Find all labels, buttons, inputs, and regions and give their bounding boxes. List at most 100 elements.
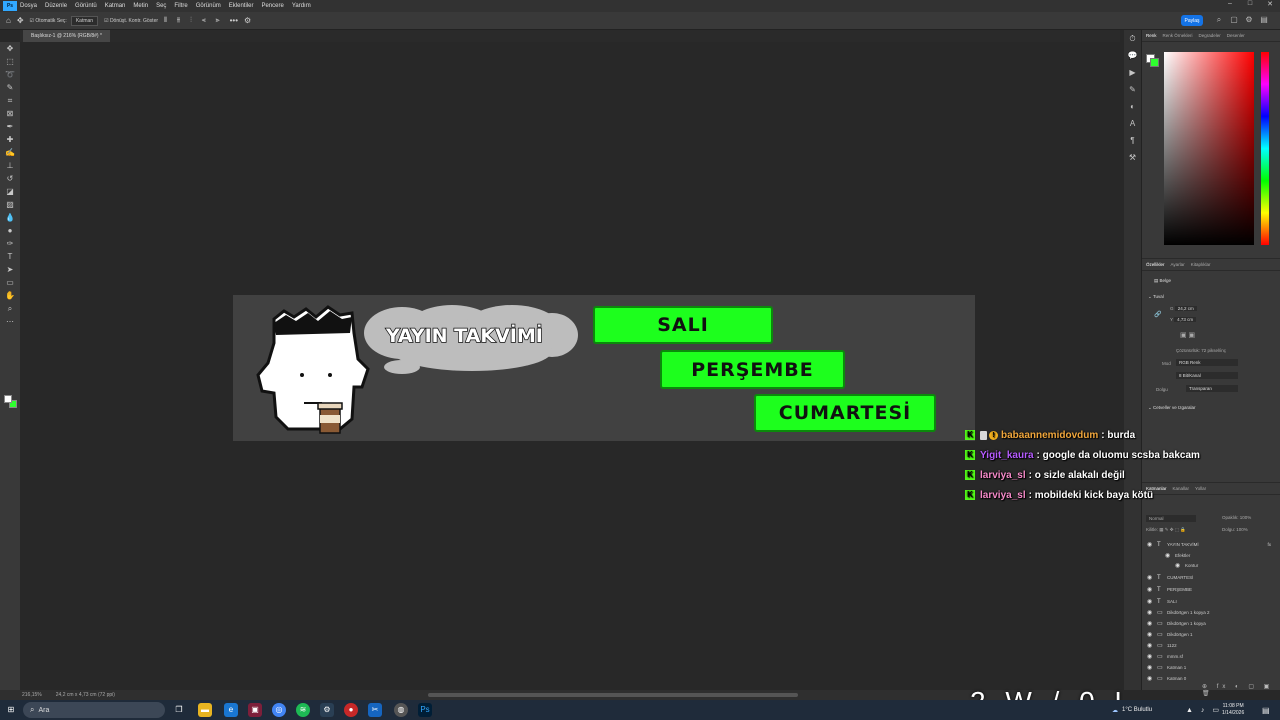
menu-layer[interactable]: Katman [105, 3, 126, 9]
canvas-section[interactable]: ⌄ Tuval [1148, 294, 1164, 300]
align-icons[interactable]: ⫴ ⫵ ⫶ ⫷ ⫸ [164, 17, 224, 25]
visibility-eye-icon[interactable]: ◉ [1147, 541, 1157, 548]
more-options-icon[interactable]: ••• [230, 16, 238, 25]
notification-icon[interactable]: ▤ [1262, 700, 1270, 720]
snipping-icon[interactable]: ✂ [368, 703, 382, 717]
marquee-icon[interactable]: ⬚ [0, 55, 20, 68]
taskbar-search[interactable]: ⌕ Ara [23, 702, 165, 718]
healing-icon[interactable]: ✚ [0, 133, 20, 146]
menu-filter[interactable]: Filtre [174, 3, 187, 9]
transform-controls-checkbox[interactable]: ☑ Dönüşt. Kontr. Göster [104, 18, 158, 24]
task-view-icon[interactable]: ❐ [172, 703, 186, 717]
visibility-eye-icon[interactable]: ◉ [1147, 675, 1157, 682]
zoom-icon[interactable]: ⌕ [0, 302, 20, 315]
panel-background-swatch[interactable] [1150, 58, 1159, 67]
layer-row[interactable]: ◉ T PERŞEMBE [1142, 584, 1280, 595]
layer-row[interactable]: ◉ T SALI [1142, 596, 1280, 607]
history-brush-icon[interactable]: ↺ [0, 172, 20, 185]
layer-row[interactable]: ◉ ▭ 1122 [1142, 640, 1280, 651]
menu-image[interactable]: Görüntü [75, 3, 97, 9]
layer-row[interactable]: ◉ ▭ mmm.sf [1142, 651, 1280, 662]
dodge-icon[interactable]: ● [0, 224, 20, 237]
adjustments-icon[interactable]: ◐ [1124, 98, 1141, 115]
visibility-eye-icon[interactable]: ◉ [1147, 574, 1157, 581]
stamp-icon[interactable]: ⊥ [0, 159, 20, 172]
rectangle-icon[interactable]: ▭ [0, 276, 20, 289]
move-tool-icon[interactable]: ✥ [17, 16, 24, 25]
system-tray-icons[interactable]: ▲ ♪ ▭ [1186, 700, 1222, 720]
crop-icon[interactable]: ⌗ [0, 94, 20, 107]
maximize-icon[interactable]: □ [1240, 0, 1260, 12]
paragraph-icon[interactable]: ¶ [1124, 132, 1141, 149]
orientation-icons[interactable]: ▣ ▣ [1180, 331, 1195, 339]
visibility-eye-icon[interactable]: ◉ [1147, 631, 1157, 638]
more-tools-icon[interactable]: ⋯ [0, 315, 20, 328]
tab-adjustments[interactable]: Ayarlar [1171, 262, 1185, 267]
path-select-icon[interactable]: ➤ [0, 263, 20, 276]
foreground-color-swatch[interactable] [4, 395, 12, 403]
brush-icon[interactable]: ✍ [0, 146, 20, 159]
opacity-field[interactable]: 100% [1240, 515, 1252, 520]
blur-icon[interactable]: 💧 [0, 211, 20, 224]
layer-fill-field[interactable]: 100% [1236, 527, 1248, 532]
browser-icon[interactable]: ◍ [394, 703, 408, 717]
history-icon[interactable]: ⏱ [1124, 30, 1141, 47]
menu-select[interactable]: Seç [156, 3, 166, 9]
fill-dropdown[interactable]: Transparan [1186, 385, 1238, 392]
home-icon[interactable]: ⌂ [6, 16, 11, 25]
effects-eye-icon[interactable]: ◉ [1165, 552, 1175, 559]
layer-row[interactable]: ◉ ▭ Katman 1 [1142, 662, 1280, 673]
artboard[interactable]: YAYIN TAKVİMİ SALI PERŞEMBE CUMARTESİ [233, 295, 975, 441]
settings-icon[interactable]: ⚙ [244, 16, 251, 25]
menu-edit[interactable]: Düzenle [45, 3, 67, 9]
type-icon[interactable]: T [0, 250, 20, 263]
canvas-area[interactable]: YAYIN TAKVİMİ SALI PERŞEMBE CUMARTESİ [20, 42, 1112, 690]
tab-libraries[interactable]: Kitaplıklar [1191, 262, 1211, 267]
gradient-icon[interactable]: ▨ [0, 198, 20, 211]
layer-row[interactable]: ◉ T YAYIN TAKVİMİ fx [1142, 539, 1280, 550]
height-field[interactable]: 4,73 cm [1174, 317, 1197, 322]
zoom-level[interactable]: 216,15% [22, 692, 42, 698]
layer-row[interactable]: ◉ ▭ Dikdörtgen 1 [1142, 629, 1280, 640]
edge-icon[interactable]: e [224, 703, 238, 717]
menu-view[interactable]: Görünüm [196, 3, 221, 9]
menu-plugins[interactable]: Eklentiler [229, 3, 254, 9]
tool-presets-icon[interactable]: ⚒ [1124, 149, 1141, 166]
lasso-icon[interactable]: ➰ [0, 68, 20, 81]
menu-window[interactable]: Pencere [261, 3, 283, 9]
menu-help[interactable]: Yardım [292, 3, 311, 9]
tab-swatches[interactable]: Renk Örnekleri [1163, 33, 1193, 38]
horizontal-scrollbar[interactable] [428, 693, 798, 697]
spotify-icon[interactable]: ≋ [296, 703, 310, 717]
minimize-icon[interactable]: – [1220, 0, 1240, 12]
lock-icons[interactable]: ▦ ✎ ✥ ⬚ 🔒 [1159, 527, 1186, 532]
layer-actions-icons[interactable]: ⊕ fx ◐ ▢ ▣ 🗑 [1202, 683, 1280, 697]
character-icon[interactable]: A [1124, 115, 1141, 132]
frame-icon[interactable]: ⊠ [0, 107, 20, 120]
actions-icon[interactable]: ▶ [1124, 64, 1141, 81]
close-icon[interactable]: ✕ [1260, 0, 1280, 12]
workspace-icon[interactable]: ▢ [1229, 15, 1239, 25]
chrome-icon[interactable]: ◎ [272, 703, 286, 717]
menu-file[interactable]: Dosya [20, 3, 37, 9]
weather-widget[interactable]: ☁ 1°C Bulutlu [1112, 700, 1152, 720]
windows-start-icon[interactable]: ⊞ [4, 703, 18, 717]
visibility-eye-icon[interactable]: ◉ [1147, 620, 1157, 627]
visibility-eye-icon[interactable]: ◉ [1147, 598, 1157, 605]
visibility-eye-icon[interactable]: ◉ [1147, 642, 1157, 649]
visibility-eye-icon[interactable]: ◉ [1147, 653, 1157, 660]
file-explorer-icon[interactable]: ▬ [198, 703, 212, 717]
blend-mode-dropdown[interactable]: Normal [1146, 515, 1196, 522]
quick-select-icon[interactable]: ✎ [0, 81, 20, 94]
link-icon[interactable]: 🔗 [1154, 311, 1161, 318]
mode-dropdown[interactable]: RGB Renk [1176, 359, 1238, 366]
obs-icon[interactable]: ● [344, 703, 358, 717]
search-icon[interactable]: ⌕ [1214, 15, 1224, 25]
layer-row[interactable]: ◉ T CUMARTESİ [1142, 572, 1280, 583]
steam-icon[interactable]: ⚙ [320, 703, 334, 717]
clock[interactable]: 11:08 PM 1/14/2026 [1222, 700, 1244, 720]
layer-select-dropdown[interactable]: Katman [70, 15, 99, 26]
gear-icon[interactable]: ⚙ [1244, 15, 1254, 25]
eyedropper-icon[interactable]: ✒ [0, 120, 20, 133]
rulers-section[interactable]: ⌄ Cetveller ve Izgaralar [1148, 405, 1196, 411]
